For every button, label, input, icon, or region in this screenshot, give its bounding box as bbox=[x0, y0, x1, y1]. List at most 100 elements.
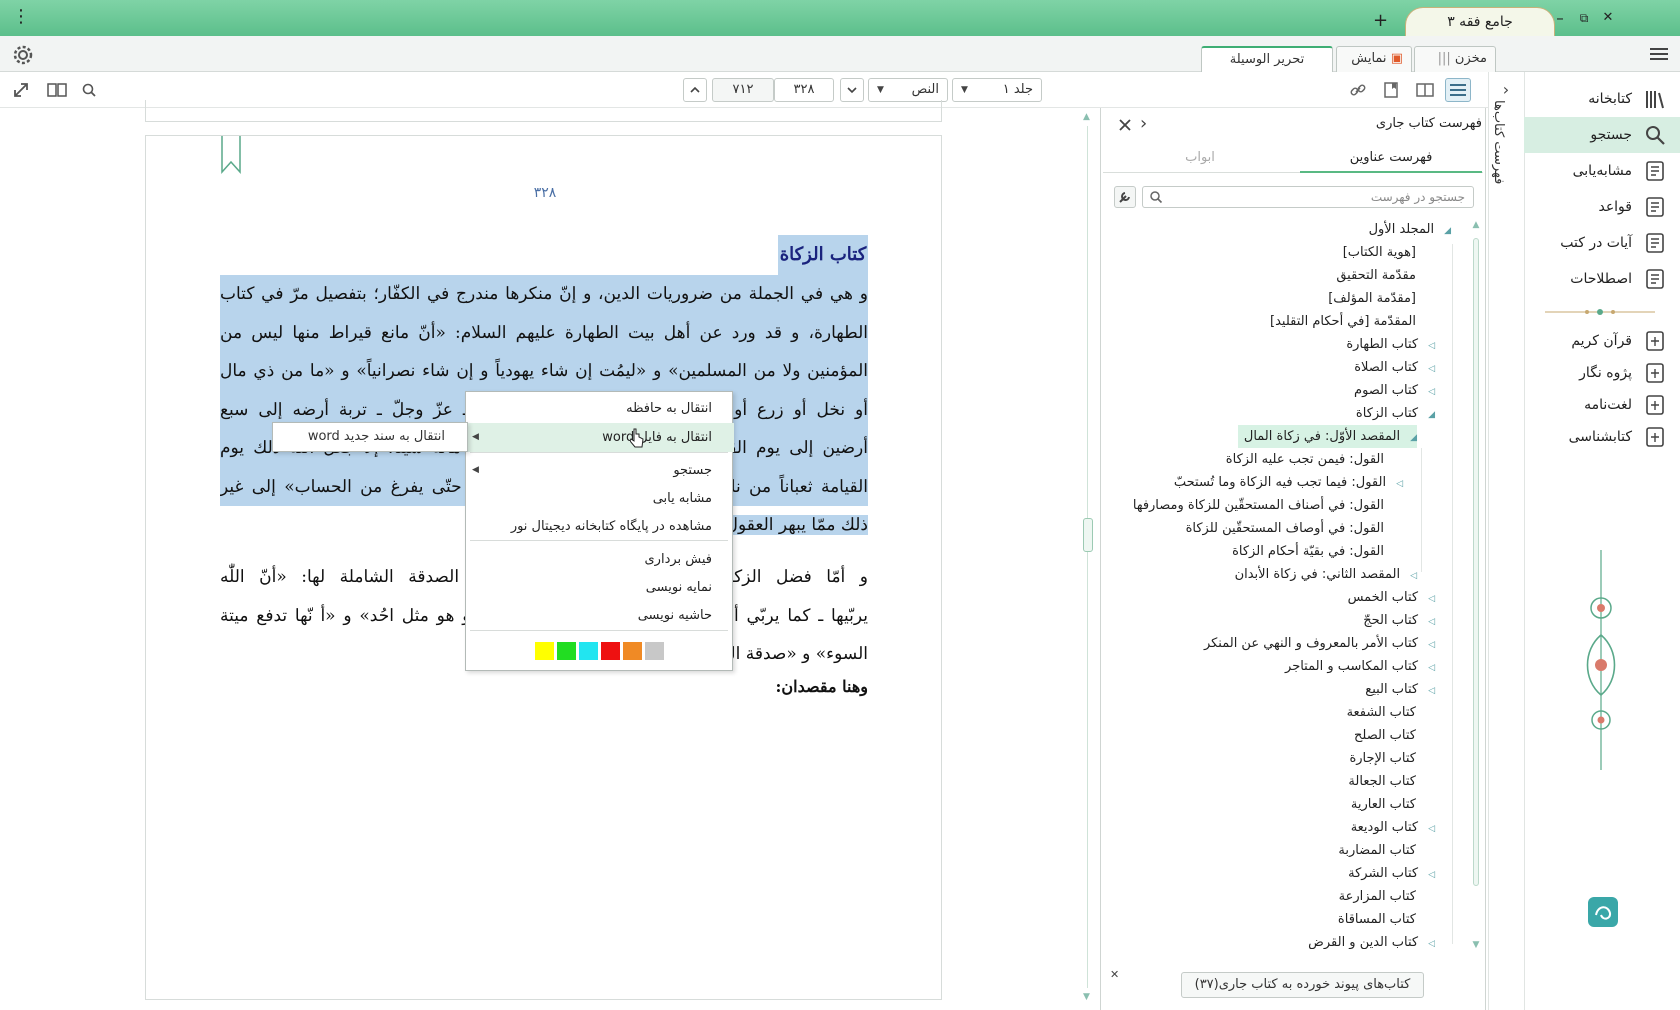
tab-book[interactable]: تحریر الوسيلة bbox=[1201, 46, 1333, 72]
color-swatch[interactable] bbox=[601, 642, 620, 660]
submenu[interactable]: انتقال به سند جدید word bbox=[272, 422, 468, 452]
toc-node[interactable]: ◢ المجلد الأول bbox=[1369, 218, 1451, 241]
toc-node[interactable]: ◁ كتاب المكاسب و المتاجر bbox=[1285, 655, 1435, 678]
toc-node[interactable]: ◁ كتاب الصلاة bbox=[1354, 356, 1435, 379]
toc-node[interactable]: ◁ كتاب الصوم bbox=[1354, 379, 1435, 402]
context-menu-item-0[interactable]: انتقال به حافظه bbox=[466, 394, 734, 423]
toc-node[interactable]: ◁ كتاب الوديعة bbox=[1351, 816, 1435, 839]
linked-books-button[interactable]: کتاب‌های پیوند خورده به کتاب جاری(۳۷) bbox=[1181, 972, 1424, 998]
toc-node[interactable]: القول: فيمن تجب عليه الزكاة bbox=[1226, 448, 1403, 471]
find-icon[interactable] bbox=[76, 78, 102, 102]
toc-node[interactable]: ◁ كتاب الحجّ bbox=[1363, 609, 1435, 632]
page-down-button[interactable] bbox=[840, 78, 864, 102]
nav-item-1[interactable]: جستجو bbox=[1524, 117, 1680, 153]
triangle-down-icon[interactable]: ◢ bbox=[1410, 433, 1417, 443]
color-swatch[interactable] bbox=[535, 642, 554, 660]
bookmark-view-icon[interactable] bbox=[1378, 78, 1404, 102]
compare-icon[interactable] bbox=[44, 78, 70, 102]
toc-node[interactable]: ◁ كتاب الشركة bbox=[1348, 862, 1435, 885]
tool-item-3[interactable]: کتابشناسی bbox=[1524, 419, 1680, 455]
color-swatch[interactable] bbox=[645, 642, 664, 660]
toc-node[interactable]: كتاب الجعالة bbox=[1348, 770, 1435, 793]
toc-node[interactable]: ◁ المقصد الثاني: في زكاة الأبدان bbox=[1235, 563, 1417, 586]
toc-node[interactable]: كتاب المضاربة bbox=[1338, 839, 1435, 862]
color-swatch[interactable] bbox=[557, 642, 576, 660]
wrench-icon[interactable] bbox=[1114, 186, 1136, 208]
close-button[interactable]: ✕ bbox=[1598, 8, 1618, 28]
tab-toc-sections[interactable]: ابواب bbox=[1105, 150, 1295, 173]
triangle-right-icon[interactable]: ◁ bbox=[1428, 594, 1435, 604]
context-menu-item-5[interactable]: فیش برداری bbox=[466, 545, 734, 574]
tool-item-0[interactable]: قرآن کریم bbox=[1524, 323, 1680, 359]
settings-icon[interactable] bbox=[12, 44, 34, 66]
chevron-right-icon[interactable]: › bbox=[1497, 80, 1515, 99]
close-icon[interactable]: ✕ bbox=[1110, 968, 1120, 981]
tool-item-1[interactable]: پژوه نگار bbox=[1524, 355, 1680, 391]
toc-node[interactable]: ◁ كتاب الأمر بالمعروف و النهي عن المنكر bbox=[1204, 632, 1435, 655]
triangle-down-icon[interactable]: ◢ bbox=[1428, 410, 1435, 420]
nav-item-2[interactable]: مشابه‌یابی bbox=[1524, 153, 1680, 189]
toc-node[interactable]: [مقدّمة المؤلف] bbox=[1328, 287, 1435, 310]
nav-item-4[interactable]: آیات در کتب bbox=[1524, 225, 1680, 261]
tab-toc-titles[interactable]: فهرست عناوین bbox=[1300, 150, 1482, 173]
document-tab[interactable]: جامع فقه ۳ bbox=[1405, 7, 1555, 36]
triangle-right-icon[interactable]: ◁ bbox=[1428, 364, 1435, 374]
nav-item-0[interactable]: کتابخانه bbox=[1524, 81, 1680, 117]
toc-node[interactable]: كتاب الصلح bbox=[1354, 724, 1435, 747]
triangle-right-icon[interactable]: ◁ bbox=[1428, 870, 1435, 880]
context-menu-item-3[interactable]: مشابه یابی bbox=[466, 484, 734, 513]
toc-node[interactable]: ◁ كتاب الدين و القرض bbox=[1308, 931, 1435, 949]
new-tab-button[interactable]: + bbox=[1373, 10, 1389, 32]
toc-node[interactable]: ◁ القول: فيما تجب فيه الزكاة وما تُستحبّ bbox=[1174, 471, 1403, 494]
context-menu-item-1[interactable]: انتقال به فایل word ◀ bbox=[466, 423, 734, 452]
toc-node[interactable]: كتاب المساقاة bbox=[1338, 908, 1435, 931]
nav-item-3[interactable]: قواعد bbox=[1524, 189, 1680, 225]
triangle-right-icon[interactable]: ◁ bbox=[1428, 640, 1435, 650]
toc-node[interactable]: القول: في أوصاف المستحقّين للزكاة bbox=[1186, 517, 1403, 540]
bookmark-icon[interactable] bbox=[220, 136, 242, 174]
toc-scrollbar[interactable]: ▲ ▼ bbox=[1471, 220, 1481, 950]
maximize-button[interactable]: ⧉ bbox=[1574, 8, 1594, 28]
triangle-right-icon[interactable]: ◁ bbox=[1428, 824, 1435, 834]
toc-node[interactable]: القول: في بقيّة أحكام الزكاة bbox=[1232, 540, 1403, 563]
toc-node[interactable]: ◁ كتاب الطهارة bbox=[1346, 333, 1435, 356]
triangle-right-icon[interactable]: ◁ bbox=[1428, 663, 1435, 673]
chevron-right-icon[interactable]: › bbox=[1140, 115, 1156, 134]
toc-node[interactable]: ◁ كتاب البيع bbox=[1365, 678, 1435, 701]
volume-select[interactable]: جلد ۱ ▼ bbox=[952, 78, 1042, 102]
toc-node[interactable]: ◢ المقصد الأوّل: في زكاة المال bbox=[1237, 425, 1417, 448]
toc-search-input[interactable]: جستجو در فهرست bbox=[1142, 186, 1474, 208]
toc-node[interactable]: المقدّمة [في أحكام التقليد] bbox=[1270, 310, 1435, 333]
close-icon[interactable] bbox=[1116, 116, 1134, 134]
list-view-icon[interactable] bbox=[1445, 78, 1471, 102]
triangle-right-icon[interactable]: ◁ bbox=[1428, 341, 1435, 351]
tab-namayesh[interactable]: ▣ نمایش bbox=[1336, 46, 1412, 72]
toc-node[interactable]: مقدّمة التحقيق bbox=[1336, 264, 1435, 287]
triangle-right-icon[interactable]: ◁ bbox=[1428, 939, 1435, 949]
toc-node[interactable]: كتاب الشفعة bbox=[1347, 701, 1435, 724]
triangle-right-icon[interactable]: ◁ bbox=[1396, 479, 1403, 489]
side-tab-books[interactable]: فهرست کتاب‌ها bbox=[1491, 100, 1518, 220]
page-up-button[interactable] bbox=[683, 78, 707, 102]
triangle-down-icon[interactable]: ◢ bbox=[1444, 226, 1451, 236]
page-number-input[interactable]: ۳۲۸ bbox=[774, 78, 834, 102]
triangle-right-icon[interactable]: ◁ bbox=[1428, 686, 1435, 696]
toc-node[interactable]: القول: في أصناف المستحقّين للزكاة ومصارف… bbox=[1133, 494, 1403, 517]
tab-makhzan[interactable]: مخزن ||| bbox=[1414, 46, 1496, 72]
context-menu-item-7[interactable]: حاشیه نویسی bbox=[466, 601, 734, 630]
context-menu-item-6[interactable]: نمایه نویسی bbox=[466, 573, 734, 602]
toc-node[interactable]: كتاب العارية bbox=[1351, 793, 1435, 816]
hamburger-icon[interactable] bbox=[1648, 44, 1670, 64]
fullscreen-icon[interactable] bbox=[8, 78, 34, 102]
toc-node[interactable]: كتاب الإجارة bbox=[1349, 747, 1435, 770]
submenu-item-new-word[interactable]: انتقال به سند جدید word bbox=[308, 429, 445, 444]
toc-node[interactable]: ◢ كتاب الزكاة bbox=[1356, 402, 1435, 425]
triangle-right-icon[interactable]: ◁ bbox=[1428, 387, 1435, 397]
doc-scrollbar[interactable]: ▲ ▼ bbox=[1082, 112, 1094, 1004]
triangle-right-icon[interactable]: ◁ bbox=[1410, 571, 1417, 581]
color-swatch[interactable] bbox=[579, 642, 598, 660]
app-menu-button[interactable]: ⋮ bbox=[12, 6, 30, 30]
color-swatch[interactable] bbox=[623, 642, 642, 660]
view-mode-select[interactable]: النص ▼ bbox=[868, 78, 948, 102]
context-menu-item-4[interactable]: مشاهده در پایگاه کتابخانه دیجیتال نور bbox=[466, 512, 734, 541]
